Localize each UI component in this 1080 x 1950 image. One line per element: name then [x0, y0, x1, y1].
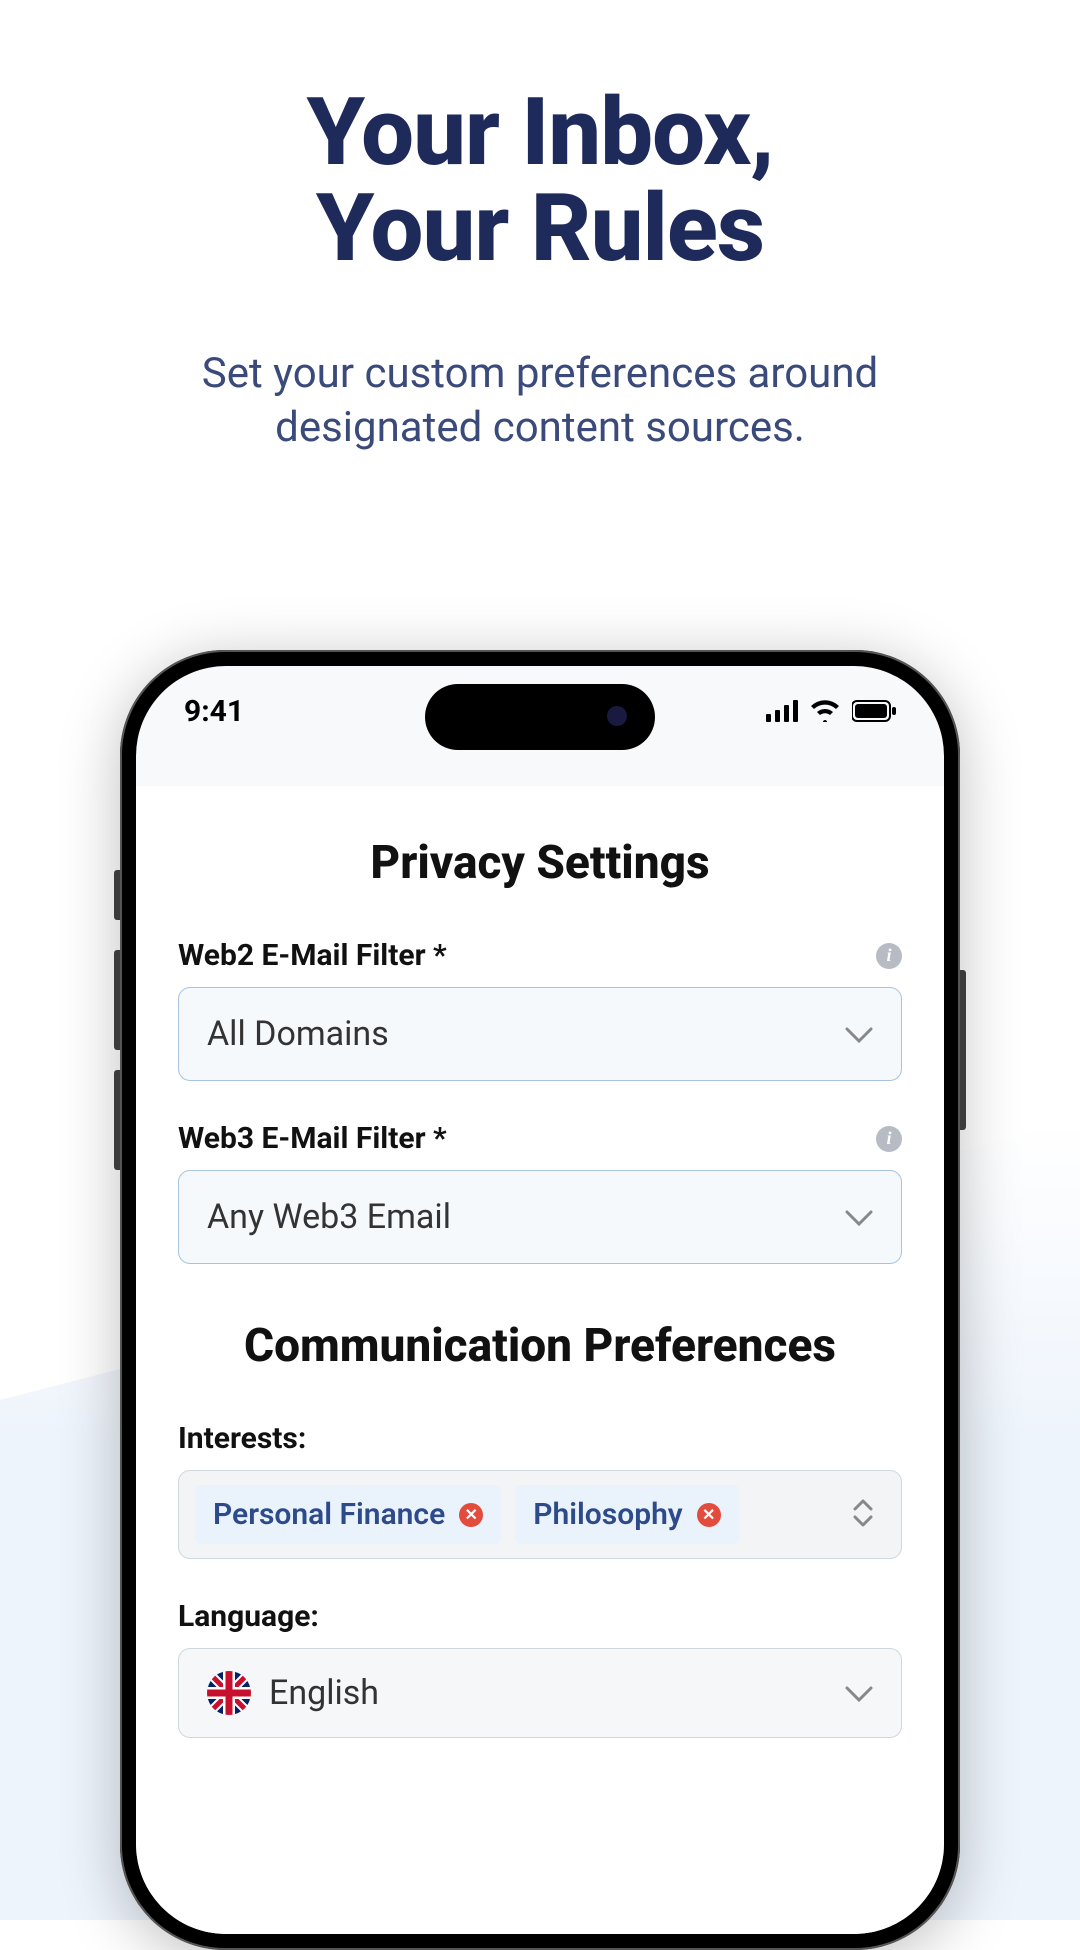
hero-title: Your Inbox, Your Rules [0, 85, 1080, 277]
interests-multiselect[interactable]: Personal Finance ✕ Philosophy ✕ [178, 1470, 902, 1559]
wifi-icon [810, 700, 840, 722]
uk-flag-icon [207, 1671, 251, 1715]
battery-icon [852, 700, 896, 722]
web2-filter-label: Web2 E-Mail Filter * [178, 938, 447, 973]
language-select[interactable]: English [178, 1648, 902, 1738]
chevron-down-icon [845, 1673, 873, 1713]
chevron-down-icon [845, 1197, 873, 1237]
status-indicators [766, 700, 896, 722]
cellular-icon [766, 700, 798, 722]
privacy-settings-title: Privacy Settings [178, 836, 902, 890]
language-label-row: Language: [178, 1599, 902, 1634]
phone-volume-down [114, 1070, 120, 1170]
hero-subtitle-line-2: designated content sources. [275, 403, 805, 452]
phone-volume-up [114, 950, 120, 1050]
remove-chip-icon[interactable]: ✕ [697, 1503, 721, 1527]
status-time: 9:41 [184, 694, 244, 729]
hero-section: Your Inbox, Your Rules Set your custom p… [0, 0, 1080, 456]
remove-chip-icon[interactable]: ✕ [459, 1503, 483, 1527]
phone-frame: 9:41 Privacy Settings Web2 E-Mail Filter… [120, 650, 960, 1950]
interest-chip-philosophy: Philosophy ✕ [515, 1485, 738, 1544]
dynamic-island [425, 684, 655, 750]
language-value-group: English [207, 1671, 379, 1715]
phone-mockup: 9:41 Privacy Settings Web2 E-Mail Filter… [120, 650, 960, 1950]
hero-title-line-2: Your Rules [316, 173, 764, 283]
interests-label: Interests: [178, 1421, 306, 1456]
chip-label: Personal Finance [213, 1497, 445, 1532]
interest-chips: Personal Finance ✕ Philosophy ✕ [195, 1485, 739, 1544]
phone-mute-switch [114, 870, 120, 920]
interests-label-row: Interests: [178, 1421, 902, 1456]
web3-filter-select[interactable]: Any Web3 Email [178, 1170, 902, 1264]
hero-title-line-1: Your Inbox, [306, 77, 773, 187]
select-expand-icon [851, 1497, 885, 1533]
phone-power-button [960, 970, 966, 1130]
info-icon[interactable]: i [876, 943, 902, 969]
chip-label: Philosophy [533, 1497, 682, 1532]
web2-filter-select[interactable]: All Domains [178, 987, 902, 1081]
language-label: Language: [178, 1599, 319, 1634]
communication-preferences-title: Communication Preferences [178, 1319, 902, 1373]
web3-filter-label-row: Web3 E-Mail Filter * i [178, 1121, 902, 1156]
interest-chip-personal-finance: Personal Finance ✕ [195, 1485, 501, 1544]
hero-subtitle: Set your custom preferences around desig… [0, 347, 1080, 456]
web3-filter-value: Any Web3 Email [207, 1197, 451, 1237]
settings-content: Privacy Settings Web2 E-Mail Filter * i … [136, 786, 944, 1934]
phone-screen: 9:41 Privacy Settings Web2 E-Mail Filter… [136, 666, 944, 1934]
hero-subtitle-line-1: Set your custom preferences around [202, 349, 878, 398]
web2-filter-label-row: Web2 E-Mail Filter * i [178, 938, 902, 973]
web2-filter-value: All Domains [207, 1014, 389, 1054]
web3-filter-label: Web3 E-Mail Filter * [178, 1121, 447, 1156]
info-icon[interactable]: i [876, 1126, 902, 1152]
chevron-down-icon [845, 1014, 873, 1054]
language-value: English [269, 1673, 379, 1713]
